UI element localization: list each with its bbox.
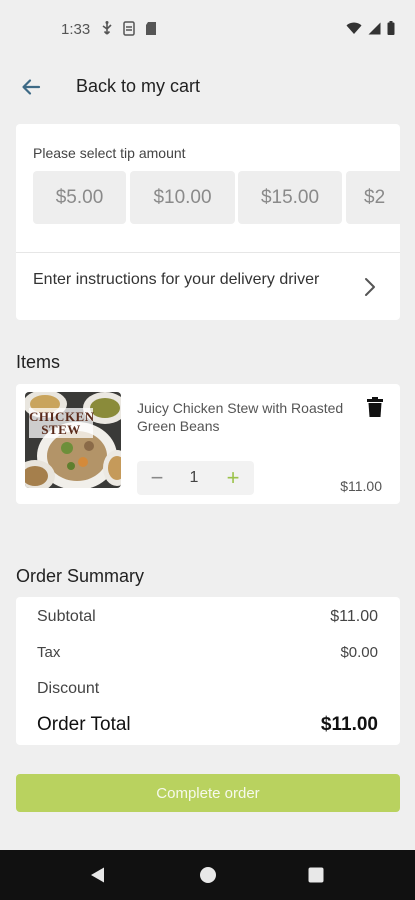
- divider: [16, 252, 400, 253]
- tip-option[interactable]: $2: [346, 171, 400, 224]
- complete-order-button[interactable]: Complete order: [16, 774, 400, 812]
- signal-icon: [368, 22, 381, 40]
- tip-prompt: Please select tip amount: [33, 145, 186, 161]
- sim-icon: [123, 21, 135, 39]
- decrement-button[interactable]: −: [145, 461, 169, 495]
- delivery-instructions-label: Enter instructions for your delivery dri…: [33, 271, 320, 288]
- nav-home-icon[interactable]: [199, 866, 217, 884]
- tip-card: Please select tip amount $5.00 $10.00 $1…: [16, 124, 400, 320]
- tax-value: $0.00: [340, 643, 378, 661]
- trash-icon[interactable]: [367, 397, 383, 417]
- status-time: 1:33: [61, 21, 91, 38]
- quantity-value: 1: [189, 469, 199, 486]
- battery-icon: [387, 21, 395, 40]
- tip-options: $5.00 $10.00 $15.00 $2: [33, 171, 400, 224]
- sd-card-icon: [145, 21, 157, 39]
- status-bar: 1:33: [0, 0, 415, 60]
- order-total-row: Order Total $11.00: [37, 712, 378, 738]
- subtotal-label: Subtotal: [37, 608, 96, 625]
- quantity-stepper: − 1 +: [137, 461, 254, 495]
- item-name: Juicy Chicken Stew with Roasted Green Be…: [137, 400, 344, 434]
- tip-option[interactable]: $15.00: [238, 171, 342, 224]
- arrow-left-icon[interactable]: [18, 74, 44, 100]
- tip-option[interactable]: $10.00: [130, 171, 235, 224]
- usb-icon: [101, 21, 113, 39]
- tax-row: Tax $0.00: [37, 642, 378, 662]
- item-image-label: CHICKEN STEW: [29, 408, 95, 438]
- header: Back to my cart: [0, 64, 415, 110]
- subtotal-row: Subtotal $11.00: [37, 606, 378, 628]
- navigation-bar: [0, 850, 415, 900]
- order-total-value: $11.00: [320, 714, 378, 735]
- nav-back-icon[interactable]: [89, 866, 107, 884]
- discount-row: Discount: [37, 678, 378, 700]
- item-image: CHICKEN STEW: [25, 392, 121, 488]
- cart-item: CHICKEN STEW Juicy Chicken Stew with Roa…: [16, 384, 400, 504]
- page-title[interactable]: Back to my cart: [76, 76, 200, 97]
- subtotal-value: $11.00: [330, 608, 378, 625]
- increment-button[interactable]: +: [221, 461, 245, 495]
- tax-label: Tax: [37, 643, 61, 661]
- chevron-right-icon: [358, 274, 380, 300]
- order-summary-card: Subtotal $11.00 Tax $0.00 Discount Order…: [16, 597, 400, 745]
- order-total-label: Order Total: [37, 714, 131, 735]
- discount-label: Discount: [37, 680, 100, 697]
- delivery-instructions-row[interactable]: Enter instructions for your delivery dri…: [16, 254, 400, 320]
- items-heading: Items: [16, 352, 61, 372]
- wifi-icon: [346, 22, 362, 40]
- item-price: $11.00: [340, 478, 382, 494]
- order-summary-heading: Order Summary: [16, 566, 145, 586]
- tip-option[interactable]: $5.00: [33, 171, 126, 224]
- nav-recents-icon[interactable]: [307, 866, 325, 884]
